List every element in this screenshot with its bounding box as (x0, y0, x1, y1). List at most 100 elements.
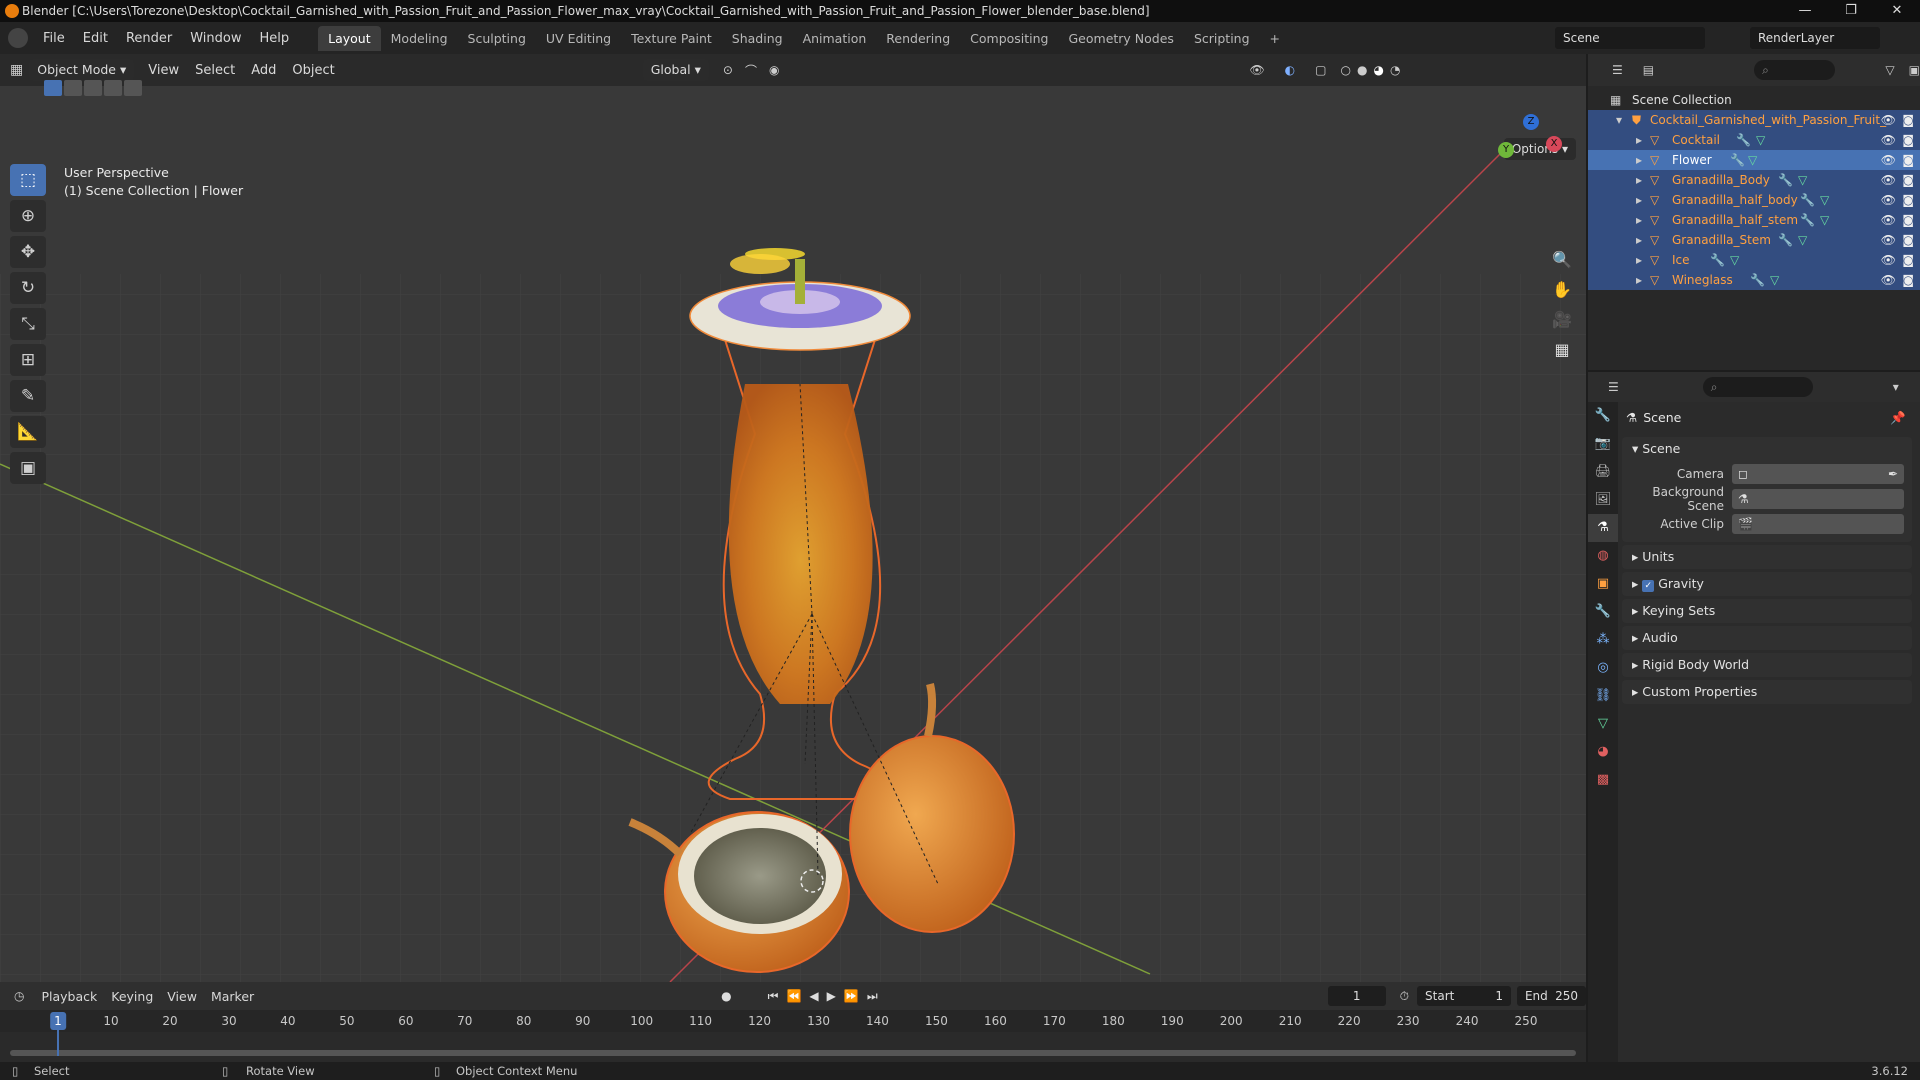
menu-window[interactable]: Window (181, 31, 250, 46)
menu-file[interactable]: File (34, 31, 74, 46)
render-camera-icon[interactable]: ◙ (1902, 130, 1914, 150)
outliner-collection-row[interactable]: ▾ ⛊ Cocktail_Garnished_with_Passion_Frui… (1588, 110, 1920, 130)
stopwatch-icon[interactable]: ⏱ (1400, 989, 1409, 1004)
gravity-checkbox[interactable]: ✓ (1642, 580, 1655, 592)
active-clip-field[interactable]: 🎬 (1732, 513, 1904, 534)
rigid-body-world-panel[interactable]: ▸ Rigid Body World (1622, 653, 1912, 677)
modifier-wrench-icon[interactable]: 🔧 (1778, 230, 1793, 250)
select-extend-icon[interactable] (64, 80, 82, 96)
mesh-data-icon[interactable]: ▽ (1756, 130, 1765, 150)
play-icon[interactable]: ▶ (827, 989, 836, 1003)
filter-icon[interactable]: ▽ (1885, 63, 1894, 77)
outliner-scene-collection[interactable]: ▦ Scene Collection (1588, 90, 1920, 110)
gizmo-y-axis[interactable]: Y (1498, 142, 1514, 158)
particles-tab-icon[interactable]: ⁂ (1588, 626, 1618, 654)
menu-edit[interactable]: Edit (74, 31, 117, 46)
scene-selector[interactable]: Scene (1555, 27, 1705, 49)
modifier-wrench-icon[interactable]: 🔧 (1750, 270, 1765, 290)
end-frame-field[interactable]: End 250 (1516, 986, 1586, 1006)
3d-viewport[interactable]: ▦ Object Mode ▾ View Select Add Object G… (0, 54, 1586, 982)
timeline-menu-marker[interactable]: Marker (204, 989, 261, 1004)
eyedropper-icon[interactable]: ✒ (1888, 464, 1898, 484)
tab-layout[interactable]: Layout (318, 25, 381, 51)
texture-tab-icon[interactable]: ▩ (1588, 766, 1618, 794)
menu-help[interactable]: Help (251, 31, 299, 46)
timeline-menu-view[interactable]: View (160, 989, 204, 1004)
jump-keyframe-forward-icon[interactable]: ⏩ (844, 989, 859, 1003)
outliner-item-granadilla-half-stem[interactable]: ▸ ▽ Granadilla_half_stem 🔧 ▽ 👁 ◙ (1588, 210, 1920, 230)
physics-tab-icon[interactable]: ◎ (1588, 654, 1618, 682)
maximize-button[interactable]: ❐ (1828, 0, 1874, 22)
keying-sets-panel[interactable]: ▸ Keying Sets (1622, 599, 1912, 623)
scene-tab-icon[interactable]: ⚗ (1588, 514, 1618, 542)
pin-icon[interactable]: 📌 (1890, 402, 1906, 434)
mesh-data-icon[interactable]: ▽ (1770, 270, 1779, 290)
tool-tab-icon[interactable]: 🔧 (1588, 402, 1618, 430)
view-layer-selector[interactable]: RenderLayer (1750, 27, 1880, 49)
data-tab-icon[interactable]: ▽ (1588, 710, 1618, 738)
material-tab-icon[interactable]: ◕ (1588, 738, 1618, 766)
viewport-gizmo-toggle-icon[interactable]: 👁 (1249, 63, 1264, 77)
outliner-item-granadilla-stem[interactable]: ▸ ▽ Granadilla_Stem 🔧 ▽ 👁 ◙ (1588, 230, 1920, 250)
minimize-button[interactable]: — (1782, 0, 1828, 22)
modifiers-tab-icon[interactable]: 🔧 (1588, 598, 1618, 626)
tab-sculpting[interactable]: Sculpting (458, 26, 536, 51)
scale-tool-icon[interactable]: ⤡ (10, 308, 46, 340)
navigation-gizmo[interactable]: Z Y X (1496, 114, 1566, 184)
units-panel[interactable]: ▸ Units (1622, 545, 1912, 569)
outliner-editor-icon[interactable]: ☰ (1612, 63, 1623, 77)
modifier-wrench-icon[interactable]: 🔧 (1736, 130, 1751, 150)
annotate-tool-icon[interactable]: ✎ (10, 380, 46, 412)
mesh-data-icon[interactable]: ▽ (1798, 230, 1807, 250)
viewport-menu-object[interactable]: Object (284, 63, 342, 78)
mesh-data-icon[interactable]: ▽ (1820, 210, 1829, 230)
jump-start-icon[interactable]: ⏮ (768, 989, 779, 1004)
visibility-eye-icon[interactable]: 👁 (1881, 210, 1896, 230)
add-cube-tool-icon[interactable]: ▣ (10, 452, 46, 484)
material-shading-icon[interactable]: ◕ (1373, 63, 1383, 77)
visibility-eye-icon[interactable]: 👁 (1881, 250, 1896, 270)
overlays-toggle-icon[interactable]: ◐ (1285, 63, 1295, 77)
tab-shading[interactable]: Shading (722, 26, 793, 51)
outliner-item-granadilla-body[interactable]: ▸ ▽ Granadilla_Body 🔧 ▽ 👁 ◙ (1588, 170, 1920, 190)
render-tab-icon[interactable]: 📷 (1588, 430, 1618, 458)
scene-panel-header[interactable]: ▾ Scene (1622, 437, 1912, 461)
mesh-data-icon[interactable]: ▽ (1798, 170, 1807, 190)
timeline-menu-playback[interactable]: Playback (34, 989, 104, 1004)
visibility-eye-icon[interactable]: 👁 (1881, 190, 1896, 210)
editor-type-icon[interactable]: ▦ (10, 62, 23, 78)
visibility-eye-icon[interactable]: 👁 (1881, 170, 1896, 190)
rotate-tool-icon[interactable]: ↻ (10, 272, 46, 304)
pivot-icon[interactable]: ⊙ (723, 63, 733, 77)
tab-animation[interactable]: Animation (793, 26, 877, 51)
rendered-shading-icon[interactable]: ◔ (1390, 63, 1400, 77)
chevron-down-icon[interactable]: ▾ (1893, 380, 1899, 394)
custom-properties-panel[interactable]: ▸ Custom Properties (1622, 680, 1912, 704)
modifier-wrench-icon[interactable]: 🔧 (1710, 250, 1725, 270)
tab-uv-editing[interactable]: UV Editing (536, 26, 621, 51)
object-tab-icon[interactable]: ▣ (1588, 570, 1618, 598)
measure-tool-icon[interactable]: 📐 (10, 416, 46, 448)
transform-orientation-dropdown[interactable]: Global ▾ (642, 59, 709, 81)
world-tab-icon[interactable]: ◍ (1588, 542, 1618, 570)
close-button[interactable]: ✕ (1874, 0, 1920, 22)
audio-panel[interactable]: ▸ Audio (1622, 626, 1912, 650)
outliner-item-granadilla-half-body[interactable]: ▸ ▽ Granadilla_half_body 🔧 ▽ 👁 ◙ (1588, 190, 1920, 210)
gravity-panel[interactable]: ▸ ✓ Gravity (1622, 572, 1912, 596)
record-icon[interactable]: ● (721, 989, 731, 1003)
tab-geometry-nodes[interactable]: Geometry Nodes (1059, 26, 1184, 51)
select-new-icon[interactable] (44, 80, 62, 96)
gizmo-z-axis[interactable]: Z (1523, 114, 1539, 130)
current-frame-field[interactable]: 1 (1327, 986, 1386, 1006)
move-tool-icon[interactable]: ✥ (10, 236, 46, 268)
tab-scripting[interactable]: Scripting (1184, 26, 1260, 51)
render-camera-icon[interactable]: ◙ (1902, 110, 1914, 130)
outliner-item-cocktail[interactable]: ▸ ▽ Cocktail 🔧 ▽ 👁 ◙ (1588, 130, 1920, 150)
viewport-menu-add[interactable]: Add (243, 63, 284, 78)
render-camera-icon[interactable]: ◙ (1902, 250, 1914, 270)
viewport-menu-select[interactable]: Select (187, 63, 243, 78)
camera-field[interactable]: ◻ ✒ (1732, 463, 1904, 484)
tab-texture-paint[interactable]: Texture Paint (621, 26, 722, 51)
timeline-scrollbar[interactable] (10, 1050, 1576, 1056)
mesh-data-icon[interactable]: ▽ (1820, 190, 1829, 210)
